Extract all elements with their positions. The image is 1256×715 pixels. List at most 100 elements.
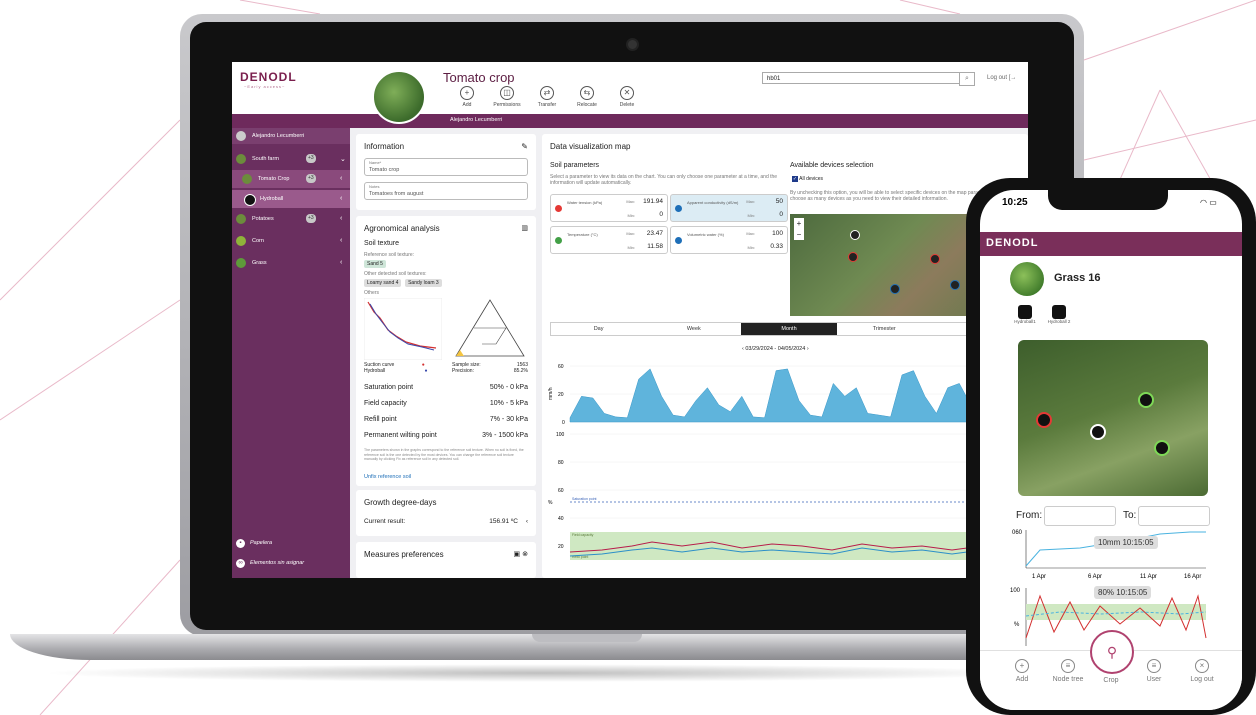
nav-logout-label: Log out xyxy=(1190,676,1214,683)
app-logo[interactable]: DENODL xyxy=(240,70,297,84)
all-devices-checkbox[interactable]: ✓ All devices xyxy=(792,176,823,182)
tab-month[interactable]: Month xyxy=(741,323,837,335)
others-link[interactable]: Others xyxy=(364,290,379,296)
grass-avatar[interactable] xyxy=(1010,262,1044,296)
sidebar-trash[interactable]: ▪ Papelera xyxy=(232,536,350,552)
param-card-water-tension[interactable]: Water tension (kPa) Max: 191.94 Min: 0 xyxy=(550,194,668,222)
phone-header: DENODL xyxy=(980,232,1242,256)
phone-logo[interactable]: DENODL xyxy=(986,237,1038,249)
crop-fab-button[interactable]: ⚲ xyxy=(1090,630,1134,674)
close-icon[interactable]: ⊗ xyxy=(522,551,528,558)
crop-avatar[interactable] xyxy=(372,70,426,124)
map-icon[interactable]: ▥ xyxy=(521,224,528,232)
device-hydroball1[interactable]: Hydroball1 xyxy=(1010,305,1040,324)
add-button[interactable]: + Add xyxy=(447,86,487,108)
growth-card: Growth degree-days Current result: 156.91… xyxy=(356,490,536,536)
chevron-icon[interactable]: ‹ xyxy=(340,237,342,244)
permissions-button[interactable]: ◫ Permissions xyxy=(487,86,527,108)
soil-triangle-chart xyxy=(455,299,525,357)
sidebar-user[interactable]: Alejandro Lecumberri xyxy=(232,128,350,144)
tab-trimester[interactable]: Trimester xyxy=(837,323,932,335)
max-label: Max: xyxy=(746,199,755,204)
search-input[interactable]: hb01 xyxy=(762,72,960,84)
device-pin[interactable] xyxy=(950,280,960,290)
sidebar-item-hydroball[interactable]: Hydroball ‹ xyxy=(232,190,350,208)
user-icon: ≡ xyxy=(1147,659,1161,673)
close-icon: × xyxy=(1195,659,1209,673)
edit-icon[interactable]: ✎ xyxy=(521,142,528,151)
device-pin[interactable] xyxy=(1154,440,1170,456)
nav-logout[interactable]: × Log out xyxy=(1180,659,1224,683)
nav-crop-label: Crop xyxy=(1103,677,1119,684)
reference-chips: Sand 5 xyxy=(364,260,388,268)
sidebar-item-grass[interactable]: Grass ‹ xyxy=(232,254,350,272)
chevron-icon[interactable]: ‹ xyxy=(340,259,342,266)
crop-title: Tomato crop xyxy=(443,70,515,85)
device-pin[interactable] xyxy=(890,284,900,294)
chevron-icon[interactable]: ⌄ xyxy=(340,155,346,163)
device-pin[interactable] xyxy=(848,252,858,262)
chevron-left-icon[interactable]: ‹ xyxy=(526,518,528,525)
to-date-input[interactable] xyxy=(1138,506,1210,526)
date-range-nav[interactable]: ‹ 03/29/2024 - 04/05/2024 › xyxy=(742,346,809,352)
device-pin[interactable] xyxy=(1090,424,1106,440)
chevron-icon[interactable]: ‹ xyxy=(340,215,342,222)
zoom-in-icon[interactable]: + xyxy=(794,218,804,229)
nav-crop[interactable]: Crop xyxy=(1089,677,1133,684)
tab-week[interactable]: Week xyxy=(646,323,741,335)
soil-chip[interactable]: Sandy loam 3 xyxy=(405,279,442,287)
device-pin[interactable] xyxy=(1036,412,1052,428)
sidebar-item-south-farm[interactable]: South farm +3 ⌄ xyxy=(232,150,350,168)
from-date-input[interactable] xyxy=(1044,506,1116,526)
delete-button[interactable]: ✕ Delete xyxy=(607,86,647,108)
permissions-label: Permissions xyxy=(493,102,521,108)
unfix-soil-link[interactable]: Unfix reference soil xyxy=(364,474,411,480)
nav-node-tree[interactable]: ≡ Node tree xyxy=(1046,659,1090,683)
name-field[interactable]: Name* Tomato crop xyxy=(364,158,528,176)
soil-row-value: 50% - 0 kPa xyxy=(489,384,528,391)
permissions-icon: ◫ xyxy=(500,86,514,100)
blue-dot-icon xyxy=(675,205,682,212)
sidebar-trash-label: Papelera xyxy=(250,540,273,546)
device-hydroball2[interactable]: Hydroball 2 xyxy=(1044,305,1074,324)
chevron-icon[interactable]: ‹ xyxy=(340,195,342,202)
soil-params-title: Soil parameters xyxy=(550,162,600,169)
notes-field[interactable]: Notes Tomatoes from august xyxy=(364,182,528,200)
transfer-button[interactable]: ⇄ Transfer xyxy=(527,86,567,108)
trash-icon: ▪ xyxy=(236,539,245,548)
sidebar-unassigned[interactable]: ∞ Elementos sin asignar xyxy=(232,556,350,572)
agronomical-title: Agronomical analysis xyxy=(364,224,440,233)
relocate-button[interactable]: ⇆ Relocate xyxy=(567,86,607,108)
soil-chip[interactable]: Sand 5 xyxy=(364,260,386,268)
measures-card: Measures preferences ▣ ⊗ xyxy=(356,542,536,578)
param-card-conductivity[interactable]: Apparent conductivity (dS/m) Max: 50 Min… xyxy=(670,194,788,222)
search-icon[interactable]: ⌕ xyxy=(959,72,975,86)
green-dot-icon xyxy=(555,237,562,244)
save-icon[interactable]: ▣ xyxy=(514,551,521,558)
chart-legend: Suction curve ● Hydroball ● xyxy=(364,362,428,374)
nav-add[interactable]: + Add xyxy=(1000,659,1044,683)
soil-chip-label: Sand xyxy=(367,261,379,267)
sidebar-item-tomato-crop[interactable]: Tomato Crop +3 ‹ xyxy=(232,170,350,188)
chevron-icon[interactable]: ‹ xyxy=(340,175,342,182)
zoom-out-icon[interactable]: − xyxy=(794,229,804,240)
sidebar-item-corn[interactable]: Corn ‹ xyxy=(232,232,350,250)
rainfall-area xyxy=(569,368,1028,423)
unassigned-icon: ∞ xyxy=(236,559,245,568)
phone-map[interactable] xyxy=(1018,340,1208,496)
other-chips: Loamy sand 4 Sandy loam 3 xyxy=(364,279,444,287)
param-card-volumetric-water[interactable]: Volumetric water (%) Max: 100 Min: 0.33 xyxy=(670,226,788,254)
soil-footnote: The parameters shown in the graphs corre… xyxy=(364,448,524,461)
device-pin[interactable] xyxy=(850,230,860,240)
logout-button[interactable]: Log out [→ xyxy=(987,75,1016,81)
notes-field-value: Tomatoes from august xyxy=(369,191,424,197)
nav-user[interactable]: ≡ User xyxy=(1132,659,1176,683)
sidebar-item-label: Potatoes xyxy=(252,216,274,222)
param-card-temperature[interactable]: Temperature (°C) Max: 23.47 Min: 11.58 xyxy=(550,226,668,254)
tab-day[interactable]: Day xyxy=(551,323,646,335)
device-pin[interactable] xyxy=(930,254,940,264)
sidebar-item-potatoes[interactable]: Potatoes +3 ‹ xyxy=(232,210,350,228)
app-logo-subtitle: ~Early access~ xyxy=(244,84,286,89)
soil-chip[interactable]: Loamy sand 4 xyxy=(364,279,402,287)
device-pin[interactable] xyxy=(1138,392,1154,408)
